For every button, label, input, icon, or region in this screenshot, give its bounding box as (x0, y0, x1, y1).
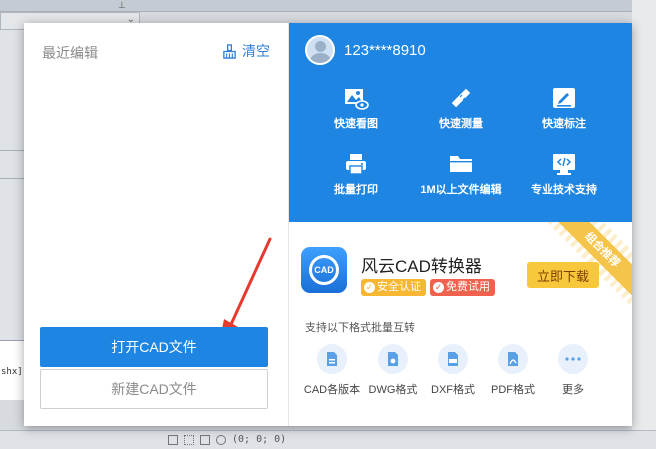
free-badge-label: 免费试用 (446, 281, 490, 293)
clear-label: 清空 (242, 43, 270, 59)
logo-text: CAD (309, 255, 339, 285)
grid-icon[interactable] (184, 434, 194, 445)
tool-label: 专业技术支持 (531, 184, 597, 196)
open-cad-file-button[interactable]: 打开CAD文件 (40, 327, 268, 367)
format-item[interactable]: PDF格式 (483, 344, 543, 397)
promo-panel: 组合推荐 CAD 风云CAD转换器 ✓ 安全认证 ✓ 免费试用 立即下载 支持以… (289, 222, 632, 426)
annotate-icon (553, 88, 575, 108)
user-phone: 123****8910 (344, 41, 426, 59)
format-item[interactable]: CAD各版本 (302, 344, 362, 397)
cad-converter-logo: CAD (301, 247, 347, 293)
new-cad-file-button[interactable]: 新建CAD文件 (40, 369, 268, 409)
free-badge: ✓ 免费试用 (430, 279, 495, 296)
status-tools: (0; 0; 0) (168, 434, 286, 445)
printer-icon (346, 154, 366, 175)
check-icon: ✓ (433, 282, 444, 293)
user-info[interactable]: 123****8910 (305, 35, 426, 65)
product-name: 风云CAD转换器 (361, 257, 482, 276)
tool-quick-measure[interactable]: 快速测量 (406, 85, 516, 131)
safe-badge-label: 安全认证 (377, 281, 421, 293)
recent-edits-title: 最近编辑 (42, 45, 98, 61)
avatar (305, 35, 335, 65)
dxf-file-icon (438, 344, 468, 374)
tool-batch-print[interactable]: 批量打印 (301, 151, 411, 197)
pdf-file-icon (498, 344, 528, 374)
start-dialog: 最近编辑 清空 打开CAD文件 新建CAD文件 123****8910 快速看图… (24, 23, 632, 426)
download-now-button[interactable]: 立即下载 (527, 262, 599, 288)
image-view-icon (345, 89, 369, 110)
code-support-icon (553, 154, 575, 175)
panel-divider (0, 150, 24, 151)
tool-large-file-edit[interactable]: 1M以上文件编辑 (406, 151, 516, 197)
tool-label: 1M以上文件编辑 (420, 184, 502, 196)
format-item[interactable]: DXF格式 (423, 344, 483, 397)
more-icon (558, 344, 588, 374)
clear-recent-button[interactable]: 清空 (222, 41, 270, 61)
format-label: PDF格式 (491, 384, 535, 396)
background-side-panel (0, 30, 24, 340)
tool-label: 快速测量 (439, 118, 483, 130)
broom-icon (223, 43, 236, 59)
feature-panel: 123****8910 快速看图 快速测量 快速标注 批量打印 1M以上文件编辑… (289, 23, 632, 222)
cad-file-icon (317, 344, 347, 374)
format-item[interactable]: 更多 (543, 344, 603, 397)
background-right-strip (632, 0, 656, 449)
polar-icon[interactable] (216, 434, 226, 445)
tool-quick-view[interactable]: 快速看图 (301, 85, 411, 131)
format-label: DXF格式 (431, 384, 475, 396)
panel-divider (0, 178, 24, 179)
background-toolbar (0, 0, 656, 12)
coordinate-readout: (0; 0; 0) (232, 434, 287, 445)
status-bar (0, 430, 656, 449)
tool-label: 快速标注 (542, 118, 586, 130)
command-line[interactable]: shx] (0, 340, 24, 400)
command-line-text: shx] (1, 367, 23, 377)
pin-icon: ⊥ (118, 0, 126, 10)
tool-label: 批量打印 (334, 184, 378, 196)
tool-tech-support[interactable]: 专业技术支持 (509, 151, 619, 197)
check-icon: ✓ (364, 282, 375, 293)
ortho-icon[interactable] (200, 434, 210, 445)
format-label: CAD各版本 (303, 384, 361, 396)
tool-quick-annotate[interactable]: 快速标注 (509, 85, 619, 131)
tool-label: 快速看图 (334, 118, 378, 130)
format-list: CAD各版本 DWG格式 DXF格式 PDF格式 更多 (289, 344, 632, 404)
folder-icon (450, 156, 472, 172)
snap-icon[interactable] (168, 434, 178, 445)
format-label: 更多 (562, 384, 584, 396)
recent-panel: 最近编辑 清空 打开CAD文件 新建CAD文件 (24, 23, 289, 426)
dwg-file-icon (378, 344, 408, 374)
format-item[interactable]: DWG格式 (363, 344, 423, 397)
safe-badge: ✓ 安全认证 (361, 279, 426, 296)
formats-title: 支持以下格式批量互转 (305, 322, 415, 334)
format-label: DWG格式 (368, 384, 418, 396)
ruler-pencil-icon (451, 88, 471, 108)
